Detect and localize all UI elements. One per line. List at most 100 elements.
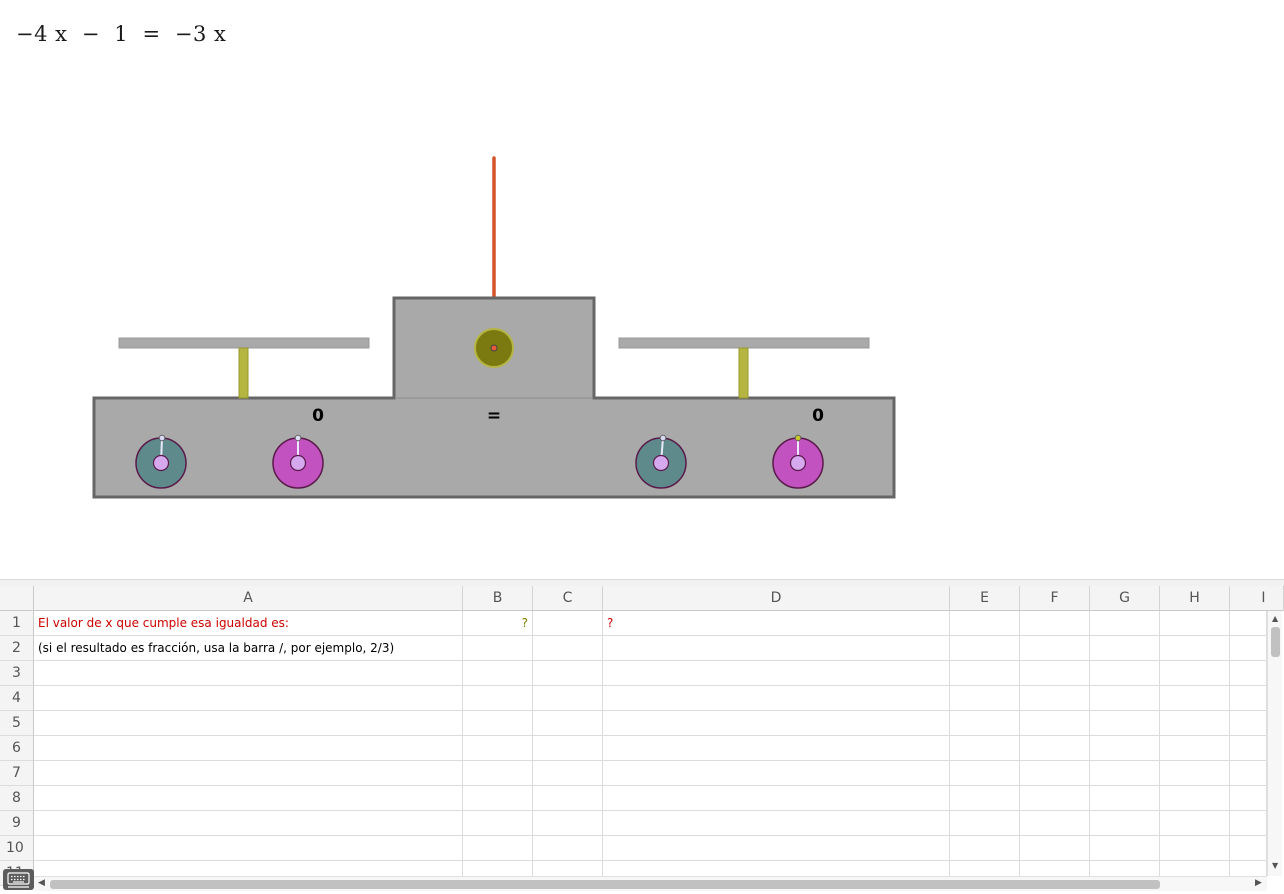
cell-d5[interactable] xyxy=(603,711,950,736)
cell-d4[interactable] xyxy=(603,686,950,711)
cell-i1[interactable] xyxy=(1230,611,1267,636)
keyboard-button[interactable] xyxy=(3,869,34,890)
right-x-dial-handle[interactable] xyxy=(659,434,667,442)
cell-f2[interactable] xyxy=(1020,636,1090,661)
cell-f6[interactable] xyxy=(1020,736,1090,761)
cell-g10[interactable] xyxy=(1090,836,1160,861)
cell-a10[interactable] xyxy=(34,836,463,861)
column-header-f[interactable]: F xyxy=(1020,586,1090,611)
cell-i4[interactable] xyxy=(1230,686,1267,711)
column-header-d[interactable]: D xyxy=(603,586,950,611)
row-header[interactable]: 2 xyxy=(0,636,34,661)
cell-a7[interactable] xyxy=(34,761,463,786)
cell-c10[interactable] xyxy=(533,836,603,861)
cell-h9[interactable] xyxy=(1160,811,1230,836)
horizontal-scroll-thumb[interactable] xyxy=(50,880,1160,889)
cell-d8[interactable] xyxy=(603,786,950,811)
column-header-a[interactable]: A xyxy=(34,586,463,611)
cell-f4[interactable] xyxy=(1020,686,1090,711)
cell-i6[interactable] xyxy=(1230,736,1267,761)
cell-f3[interactable] xyxy=(1020,661,1090,686)
cell-h4[interactable] xyxy=(1160,686,1230,711)
arrow-left-icon[interactable]: ◀ xyxy=(38,878,45,888)
row-header[interactable]: 3 xyxy=(0,661,34,686)
arrow-up-icon[interactable]: ▲ xyxy=(1272,614,1278,623)
left-x-dial-handle[interactable] xyxy=(158,434,166,442)
cell-i8[interactable] xyxy=(1230,786,1267,811)
row-header[interactable]: 9 xyxy=(0,811,34,836)
cell-g3[interactable] xyxy=(1090,661,1160,686)
cell-i3[interactable] xyxy=(1230,661,1267,686)
cell-h10[interactable] xyxy=(1160,836,1230,861)
cell-e4[interactable] xyxy=(950,686,1020,711)
cell-c5[interactable] xyxy=(533,711,603,736)
cell-i5[interactable] xyxy=(1230,711,1267,736)
cell-a3[interactable] xyxy=(34,661,463,686)
graphics-view[interactable]: −4 x − 1 = −3 x 0 = 0 xyxy=(0,0,1284,579)
cell-g8[interactable] xyxy=(1090,786,1160,811)
cell-b3[interactable] xyxy=(463,661,533,686)
cell-h7[interactable] xyxy=(1160,761,1230,786)
row-header[interactable]: 6 xyxy=(0,736,34,761)
cell-g1[interactable] xyxy=(1090,611,1160,636)
column-header-g[interactable]: G xyxy=(1090,586,1160,611)
cell-f1[interactable] xyxy=(1020,611,1090,636)
cell-a4[interactable] xyxy=(34,686,463,711)
cell-a1[interactable]: El valor de x que cumple esa igualdad es… xyxy=(34,611,463,636)
cell-g7[interactable] xyxy=(1090,761,1160,786)
cell-a5[interactable] xyxy=(34,711,463,736)
cell-e6[interactable] xyxy=(950,736,1020,761)
cell-b6[interactable] xyxy=(463,736,533,761)
cell-d10[interactable] xyxy=(603,836,950,861)
cell-h2[interactable] xyxy=(1160,636,1230,661)
vertical-scroll-thumb[interactable] xyxy=(1271,627,1280,657)
row-header[interactable]: 1 xyxy=(0,611,34,636)
cell-b4[interactable] xyxy=(463,686,533,711)
cell-h3[interactable] xyxy=(1160,661,1230,686)
left-pan[interactable] xyxy=(118,337,370,349)
vertical-scrollbar[interactable]: ▲ ▼ xyxy=(1267,611,1282,876)
cell-e9[interactable] xyxy=(950,811,1020,836)
sheet-corner[interactable] xyxy=(0,586,34,611)
cell-b10[interactable] xyxy=(463,836,533,861)
row-header[interactable]: 10 xyxy=(0,836,34,861)
cell-d9[interactable] xyxy=(603,811,950,836)
cell-f7[interactable] xyxy=(1020,761,1090,786)
cell-f9[interactable] xyxy=(1020,811,1090,836)
cell-h6[interactable] xyxy=(1160,736,1230,761)
row-header[interactable]: 7 xyxy=(0,761,34,786)
cell-c6[interactable] xyxy=(533,736,603,761)
cell-b9[interactable] xyxy=(463,811,533,836)
cell-a6[interactable] xyxy=(34,736,463,761)
cell-e7[interactable] xyxy=(950,761,1020,786)
cell-b8[interactable] xyxy=(463,786,533,811)
right-pan[interactable] xyxy=(618,337,870,349)
horizontal-scrollbar[interactable]: ◀ ▶ xyxy=(34,876,1267,891)
cell-c8[interactable] xyxy=(533,786,603,811)
cell-b5[interactable] xyxy=(463,711,533,736)
column-header-b[interactable]: B xyxy=(463,586,533,611)
cell-e5[interactable] xyxy=(950,711,1020,736)
cell-d1[interactable]: ? xyxy=(603,611,950,636)
column-header-c[interactable]: C xyxy=(533,586,603,611)
cell-b7[interactable] xyxy=(463,761,533,786)
row-header[interactable]: 4 xyxy=(0,686,34,711)
cell-a8[interactable] xyxy=(34,786,463,811)
row-header[interactable]: 8 xyxy=(0,786,34,811)
cell-f5[interactable] xyxy=(1020,711,1090,736)
cell-e1[interactable] xyxy=(950,611,1020,636)
cell-b2[interactable] xyxy=(463,636,533,661)
cell-d7[interactable] xyxy=(603,761,950,786)
cell-i9[interactable] xyxy=(1230,811,1267,836)
right-unit-dial-handle[interactable] xyxy=(794,434,802,442)
cell-g6[interactable] xyxy=(1090,736,1160,761)
cell-h1[interactable] xyxy=(1160,611,1230,636)
cell-g9[interactable] xyxy=(1090,811,1160,836)
cell-i10[interactable] xyxy=(1230,836,1267,861)
cell-e8[interactable] xyxy=(950,786,1020,811)
cell-i2[interactable] xyxy=(1230,636,1267,661)
cell-c9[interactable] xyxy=(533,811,603,836)
cell-c2[interactable] xyxy=(533,636,603,661)
cell-e2[interactable] xyxy=(950,636,1020,661)
cell-f10[interactable] xyxy=(1020,836,1090,861)
